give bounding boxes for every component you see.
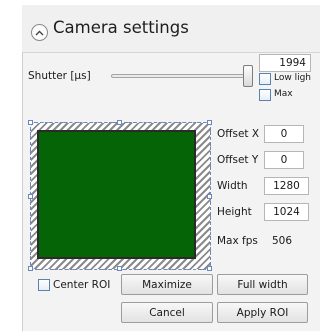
height-label: Height: [217, 206, 252, 218]
max-checkbox[interactable]: [259, 89, 271, 101]
collapse-button[interactable]: [31, 24, 48, 41]
apply-roi-button[interactable]: Apply ROI: [217, 302, 308, 323]
shutter-label: Shutter [µs]: [28, 70, 91, 82]
offset-y-label: Offset Y: [217, 154, 259, 166]
offset-x-label: Offset X: [217, 128, 260, 140]
roi-handle-bottom[interactable]: [117, 266, 122, 271]
shutter-slider-track[interactable]: [111, 74, 251, 78]
chevron-up-icon: [35, 30, 44, 35]
roi-handle-top-right[interactable]: [207, 120, 212, 125]
roi-handle-top[interactable]: [117, 120, 122, 125]
height-field[interactable]: 1024: [264, 203, 309, 221]
center-roi-label: Center ROI: [53, 279, 111, 291]
roi-handle-bottom-right[interactable]: [207, 266, 212, 271]
offset-y-field[interactable]: 0: [264, 151, 304, 169]
roi-rectangle[interactable]: [37, 130, 196, 259]
shutter-value-field[interactable]: 1994: [259, 54, 311, 72]
offset-x-field[interactable]: 0: [264, 125, 304, 143]
roi-handle-top-left[interactable]: [28, 120, 33, 125]
max-fps-label: Max fps: [217, 235, 258, 247]
width-field[interactable]: 1280: [264, 177, 309, 195]
low-light-checkbox[interactable]: [259, 73, 271, 85]
roi-handle-left[interactable]: [28, 194, 33, 199]
maximize-button[interactable]: Maximize: [121, 274, 213, 295]
roi-handle-right[interactable]: [207, 194, 212, 199]
width-label: Width: [217, 180, 248, 192]
roi-handle-bottom-left[interactable]: [28, 266, 33, 271]
full-width-button[interactable]: Full width: [217, 274, 308, 295]
max-label: Max: [274, 89, 293, 99]
max-fps-value: 506: [272, 235, 293, 247]
low-light-label: Low ligh: [274, 73, 312, 83]
cancel-button[interactable]: Cancel: [121, 302, 213, 323]
shutter-slider-thumb[interactable]: [243, 65, 254, 87]
center-roi-checkbox[interactable]: [38, 279, 50, 291]
panel-title: Camera settings: [53, 18, 189, 37]
